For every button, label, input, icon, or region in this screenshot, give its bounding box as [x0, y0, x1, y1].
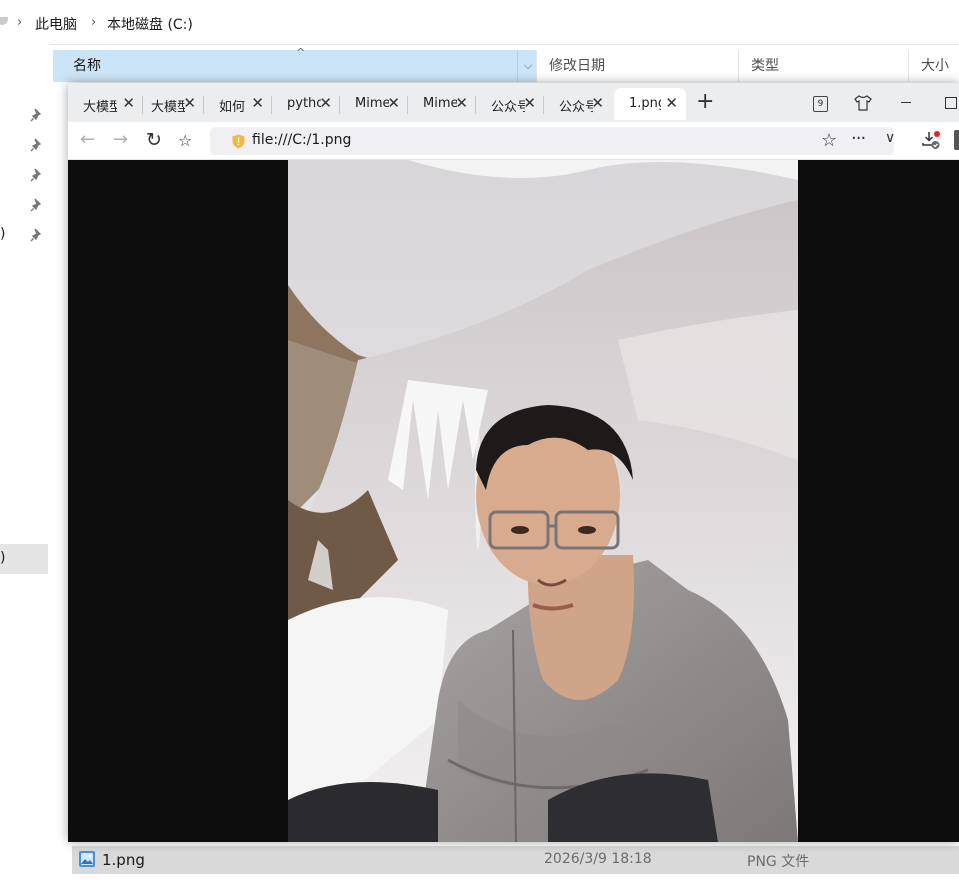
back-arrow-icon[interactable]: ← — [80, 130, 95, 150]
close-icon[interactable]: ✕ — [591, 94, 604, 112]
tab-title: 公众号 — [559, 100, 593, 115]
file-modified-date: 2026/3/9 18:18 — [544, 851, 652, 867]
url-bar[interactable]: file:///C:/1.png ☆ ··· ∨ — [210, 127, 895, 155]
close-icon[interactable]: ✕ — [665, 94, 678, 112]
star-icon[interactable]: ☆ — [821, 130, 837, 151]
new-tab-button[interactable]: + — [696, 91, 714, 113]
browser-window: 大模型 ✕ 大模型 ✕ 如何 ✕ python ✕ Mime ✕ Mime ✕ — [68, 83, 959, 842]
tab-title: Mime — [423, 96, 457, 111]
forward-arrow-icon[interactable]: → — [113, 130, 128, 150]
close-icon[interactable]: ✕ — [183, 94, 196, 112]
column-header-size[interactable]: 大小 — [909, 50, 959, 82]
file-type: PNG 文件 — [747, 854, 810, 870]
extension-icon[interactable] — [954, 130, 959, 150]
shirt-icon[interactable] — [854, 95, 872, 111]
tab-title: 如何 — [219, 100, 246, 115]
browser-tab[interactable]: python ✕ — [272, 88, 340, 120]
explorer-navigation-pane: ) ) — [0, 44, 50, 885]
file-name: 1.png — [102, 851, 145, 869]
pin-icon[interactable] — [30, 138, 44, 152]
download-icon[interactable] — [921, 130, 941, 150]
close-icon[interactable]: ✕ — [122, 94, 135, 112]
pin-icon[interactable] — [30, 198, 44, 212]
close-icon[interactable]: ✕ — [319, 94, 332, 112]
tab-title: 大模型 — [83, 100, 117, 115]
close-icon[interactable]: ✕ — [251, 94, 264, 112]
browser-tab[interactable]: Mime ✕ — [408, 88, 476, 120]
drive-icon — [0, 17, 8, 25]
close-icon[interactable]: ✕ — [387, 94, 400, 112]
column-header-type[interactable]: 类型 — [739, 50, 909, 82]
breadcrumb-separator-icon: › — [17, 15, 23, 30]
tab-title: Mime — [355, 96, 389, 111]
file-row-1png[interactable]: 1.png 2026/3/9 18:18 PNG 文件 — [72, 846, 959, 874]
breadcrumb-separator-icon: › — [91, 15, 97, 30]
tab-title: 1.png — [629, 96, 661, 111]
image-file-icon — [79, 851, 95, 867]
column-header-name[interactable]: ^ 名称 ⌵ — [53, 46, 538, 82]
browser-toolbar: ← → ↻ ☆ file:///C:/1.png ☆ ··· ∨ — [68, 122, 959, 160]
column-header-size-label: 大小 — [921, 58, 949, 74]
bookmark-star-list-icon[interactable]: ☆ — [178, 131, 192, 151]
column-header-name-label: 名称 — [73, 58, 101, 74]
browser-tab-bar: 大模型 ✕ 大模型 ✕ 如何 ✕ python ✕ Mime ✕ Mime ✕ — [68, 83, 959, 122]
nav-item-label[interactable]: ) — [0, 226, 5, 242]
browser-tab[interactable]: 大模型 ✕ — [68, 88, 143, 120]
nav-item-label: ) — [0, 550, 6, 566]
browser-tab[interactable]: 公众号 ✕ — [476, 88, 544, 120]
browser-tab[interactable]: 如何 ✕ — [204, 88, 272, 120]
reload-icon[interactable]: ↻ — [146, 130, 162, 150]
browser-tab[interactable]: Mime ✕ — [340, 88, 408, 120]
url-text[interactable]: file:///C:/1.png — [252, 132, 351, 148]
chevron-down-icon[interactable]: ∨ — [885, 130, 895, 146]
pin-icon[interactable] — [30, 168, 44, 182]
breadcrumb-local-disk[interactable]: 本地磁盘 (C:) — [107, 14, 193, 34]
maximize-button[interactable] — [945, 97, 957, 109]
minimize-button[interactable] — [901, 102, 911, 103]
page-info-icon[interactable] — [232, 134, 245, 149]
browser-tab-active[interactable]: 1.png ✕ — [614, 88, 686, 120]
explorer-address-bar[interactable]: › 此电脑 › 本地磁盘 (C:) — [0, 0, 959, 45]
pin-icon[interactable] — [30, 108, 44, 122]
tab-title: python — [287, 96, 321, 111]
breadcrumb-this-pc[interactable]: 此电脑 — [35, 14, 77, 34]
image-viewer — [68, 160, 959, 842]
tab-title: 公众号 — [491, 100, 525, 115]
tab-count-icon[interactable]: 9 — [813, 96, 828, 112]
explorer-column-headers: ^ 名称 ⌵ 修改日期 类型 大小 — [53, 46, 959, 82]
column-header-date-label: 修改日期 — [549, 58, 605, 74]
more-actions-icon[interactable]: ··· — [851, 128, 866, 149]
nav-item-selected[interactable]: ) — [0, 544, 48, 574]
chevron-down-icon[interactable]: ⌵ — [517, 50, 538, 82]
column-header-type-label: 类型 — [751, 58, 779, 74]
close-icon[interactable]: ✕ — [455, 94, 468, 112]
tab-title: 大模型 — [151, 100, 185, 115]
browser-tab[interactable]: 大模型 ✕ — [136, 88, 204, 120]
column-header-date[interactable]: 修改日期 — [537, 50, 739, 82]
close-icon[interactable]: ✕ — [523, 94, 536, 112]
sort-ascending-icon: ^ — [296, 46, 306, 59]
selfie-photo — [288, 160, 798, 842]
pin-icon[interactable] — [30, 228, 44, 242]
browser-tab[interactable]: 公众号 ✕ — [544, 88, 612, 120]
